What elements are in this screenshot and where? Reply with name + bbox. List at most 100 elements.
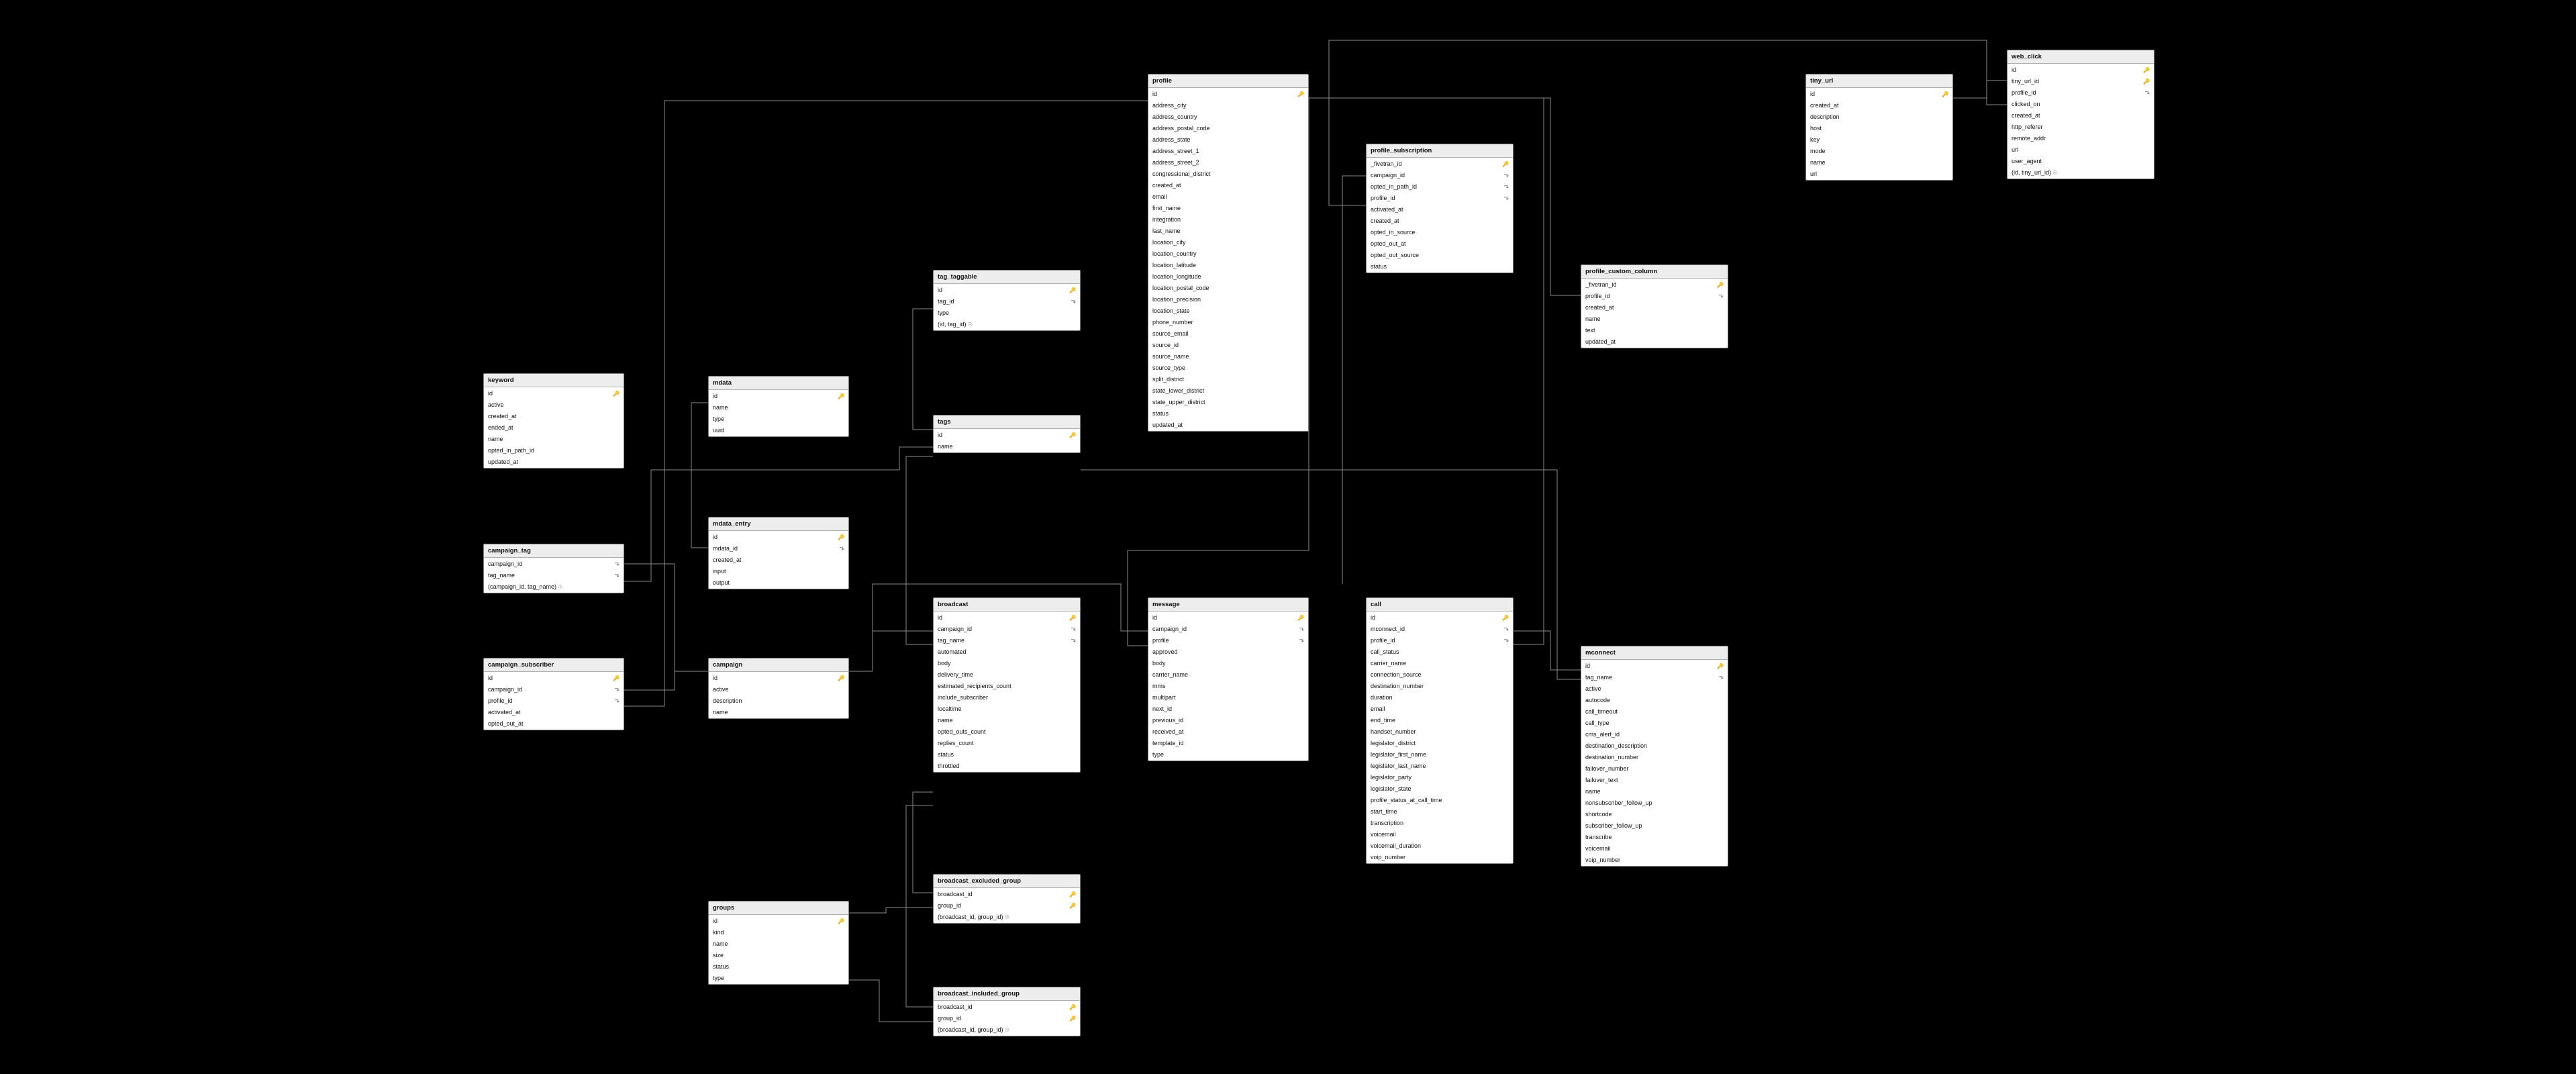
column-voip-number[interactable]: voip_number <box>1581 855 1728 866</box>
column-profile-id[interactable]: profile_id <box>1581 291 1728 302</box>
entity-campaign_tag[interactable]: campaign_tagcampaign_idtag_name(campaign… <box>483 544 624 593</box>
column-status[interactable]: status <box>934 749 1080 761</box>
column-type[interactable]: type <box>934 307 1080 319</box>
column-opted-out-at[interactable]: opted_out_at <box>484 718 624 730</box>
column-activated-at[interactable]: activated_at <box>484 707 624 718</box>
column-active[interactable]: active <box>484 399 624 411</box>
column-state-upper-district[interactable]: state_upper_district <box>1148 397 1308 408</box>
column-id[interactable]: id <box>934 429 1080 441</box>
column--broadcast-id-group-id-[interactable]: (broadcast_id, group_id) <box>934 1024 1080 1036</box>
column-name[interactable]: name <box>934 441 1080 452</box>
column-address-postal-code[interactable]: address_postal_code <box>1148 123 1308 134</box>
column-estimated-recipients-count[interactable]: estimated_recipients_count <box>934 681 1080 692</box>
column-next-id[interactable]: next_id <box>1148 703 1308 715</box>
column-campaign-id[interactable]: campaign_id <box>484 684 624 695</box>
column-name[interactable]: name <box>934 715 1080 726</box>
column-source-type[interactable]: source_type <box>1148 362 1308 374</box>
column-last-name[interactable]: last_name <box>1148 226 1308 237</box>
column-shortcode[interactable]: shortcode <box>1581 809 1728 820</box>
column-call-status[interactable]: call_status <box>1367 646 1513 658</box>
column-id[interactable]: id <box>934 284 1080 296</box>
column-user-agent[interactable]: user_agent <box>2008 156 2154 167</box>
column-address-street-2[interactable]: address_street_2 <box>1148 157 1308 168</box>
column-status[interactable]: status <box>709 961 848 973</box>
column-tag-name[interactable]: tag_name <box>484 570 624 581</box>
erd-canvas[interactable]: keywordidactivecreated_atended_atnameopt… <box>0 0 2576 1074</box>
column-name[interactable]: name <box>709 938 848 950</box>
column-id[interactable]: id <box>2008 64 2154 76</box>
column-congressional-district[interactable]: congressional_district <box>1148 168 1308 180</box>
column-profile[interactable]: profile <box>1148 635 1308 646</box>
column-updated-at[interactable]: updated_at <box>484 456 624 468</box>
entity-web_click[interactable]: web_clickidtiny_url_idprofile_idclicked_… <box>2007 50 2154 179</box>
entity-tiny_url[interactable]: tiny_urlidcreated_atdescriptionhostkeymo… <box>1805 74 1953 181</box>
entity-broadcast[interactable]: broadcastidcampaign_idtag_nameautomatedb… <box>933 597 1081 773</box>
column--broadcast-id-group-id-[interactable]: (broadcast_id, group_id) <box>934 912 1080 923</box>
column-tag-id[interactable]: tag_id <box>934 296 1080 307</box>
column-group-id[interactable]: group_id <box>934 1013 1080 1024</box>
column-opted-in-source[interactable]: opted_in_source <box>1367 227 1513 238</box>
column-carrier-name[interactable]: carrier_name <box>1367 658 1513 669</box>
column-legislator-district[interactable]: legislator_district <box>1367 738 1513 749</box>
column-uuid[interactable]: uuid <box>709 425 848 436</box>
column-mms[interactable]: mms <box>1148 681 1308 692</box>
column-opted-out-source[interactable]: opted_out_source <box>1367 250 1513 261</box>
column-http-referer[interactable]: http_referer <box>2008 121 2154 133</box>
column-profile-id[interactable]: profile_id <box>484 695 624 707</box>
column-failover-text[interactable]: failover_text <box>1581 775 1728 786</box>
column-tag-name[interactable]: tag_name <box>934 635 1080 646</box>
column-subscriber-follow-up[interactable]: subscriber_follow_up <box>1581 820 1728 832</box>
column-voip-number[interactable]: voip_number <box>1367 852 1513 863</box>
column-created-at[interactable]: created_at <box>2008 110 2154 121</box>
column-created-at[interactable]: created_at <box>1148 180 1308 191</box>
column-location-postal-code[interactable]: location_postal_code <box>1148 283 1308 294</box>
column-created-at[interactable]: created_at <box>1581 302 1728 313</box>
column-multipart[interactable]: multipart <box>1148 692 1308 703</box>
column-address-state[interactable]: address_state <box>1148 134 1308 146</box>
column-voicemail[interactable]: voicemail <box>1581 843 1728 855</box>
column-address-street-1[interactable]: address_street_1 <box>1148 146 1308 157</box>
column-input[interactable]: input <box>709 566 848 577</box>
column-profile-status-at-call-time[interactable]: profile_status_at_call_time <box>1367 795 1513 806</box>
column-transcribe[interactable]: transcribe <box>1581 832 1728 843</box>
entity-tags[interactable]: tagsidname <box>933 415 1081 453</box>
column-id[interactable]: id <box>1367 612 1513 624</box>
entity-campaign_subscriber[interactable]: campaign_subscriberidcampaign_idprofile_… <box>483 658 624 730</box>
column-throttled[interactable]: throttled <box>934 761 1080 772</box>
entity-profile[interactable]: profileidaddress_cityaddress_countryaddr… <box>1148 74 1309 432</box>
column-profile-id[interactable]: profile_id <box>1367 635 1513 646</box>
column-email[interactable]: email <box>1148 191 1308 203</box>
column-replies-count[interactable]: replies_count <box>934 738 1080 749</box>
column-location-longitude[interactable]: location_longitude <box>1148 271 1308 283</box>
column-source-id[interactable]: source_id <box>1148 340 1308 351</box>
column-location-precision[interactable]: location_precision <box>1148 294 1308 305</box>
column-phone-number[interactable]: phone_number <box>1148 317 1308 328</box>
column-source-email[interactable]: source_email <box>1148 328 1308 340</box>
column-destination-number[interactable]: destination_number <box>1581 752 1728 763</box>
column--id-tag-id-[interactable]: (id, tag_id) <box>934 319 1080 330</box>
column-group-id[interactable]: group_id <box>934 900 1080 912</box>
column-activated-at[interactable]: activated_at <box>1367 204 1513 215</box>
entity-mdata_entry[interactable]: mdata_entryidmdata_idcreated_atinputoutp… <box>708 517 849 589</box>
column-campaign-id[interactable]: campaign_id <box>484 558 624 570</box>
column-legislator-state[interactable]: legislator_state <box>1367 783 1513 795</box>
column-created-at[interactable]: created_at <box>1806 100 1952 111</box>
column-name[interactable]: name <box>709 707 848 718</box>
column-id[interactable]: id <box>484 387 624 399</box>
column-kind[interactable]: kind <box>709 927 848 938</box>
column-output[interactable]: output <box>709 577 848 589</box>
column-start-time[interactable]: start_time <box>1367 806 1513 818</box>
column-tiny-url-id[interactable]: tiny_url_id <box>2008 76 2154 87</box>
column-destination-number[interactable]: destination_number <box>1367 681 1513 692</box>
column-mdata-id[interactable]: mdata_id <box>709 543 848 554</box>
column-source-name[interactable]: source_name <box>1148 351 1308 362</box>
column-status[interactable]: status <box>1148 408 1308 420</box>
column-text[interactable]: text <box>1581 325 1728 336</box>
entity-profile_custom_column[interactable]: profile_custom_column_fivetran_idprofile… <box>1581 264 1728 348</box>
column-include-subscriber[interactable]: include_subscriber <box>934 692 1080 703</box>
entity-message[interactable]: messageidcampaign_idprofileapprovedbodyc… <box>1148 597 1309 761</box>
column-mode[interactable]: mode <box>1806 146 1952 157</box>
column-destination-description[interactable]: destination_description <box>1581 740 1728 752</box>
column-description[interactable]: description <box>1806 111 1952 123</box>
column-active[interactable]: active <box>1581 683 1728 695</box>
